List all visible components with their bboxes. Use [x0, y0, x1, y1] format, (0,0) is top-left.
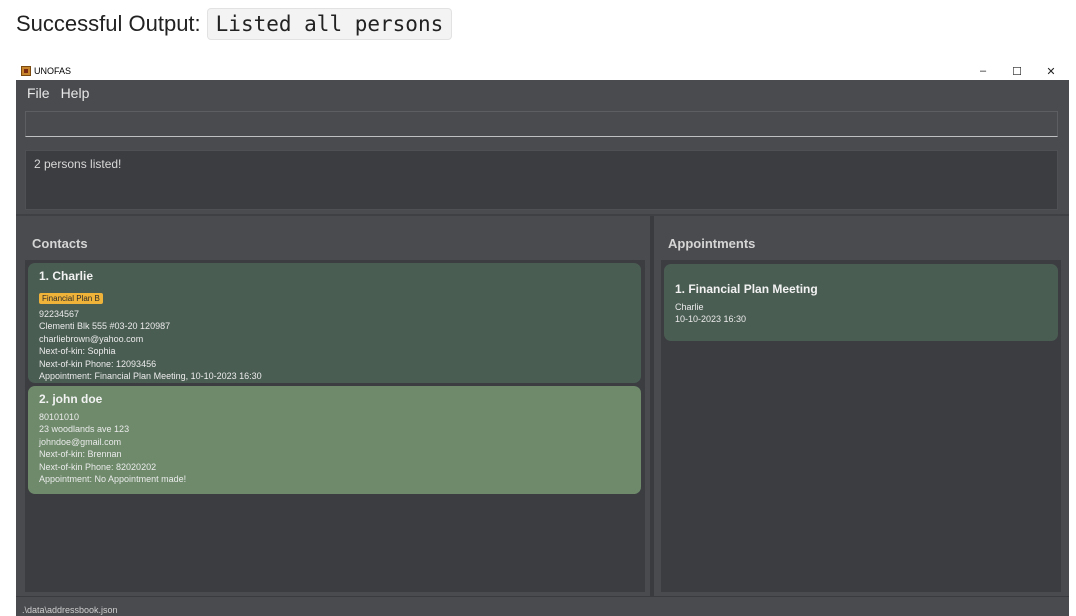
contact-next-of-kin-phone: Next-of-kin Phone: 82020202 — [39, 461, 157, 472]
contact-address: 23 woodlands ave 123 — [39, 424, 130, 435]
command-area — [16, 106, 1069, 144]
status-bar: .\data\addressbook.json — [16, 596, 1069, 616]
contacts-list[interactable]: 1. Charlie Financial Plan B 92234567 Cle… — [25, 260, 645, 592]
contact-email: charliebrown@yahoo.com — [39, 333, 144, 344]
contacts-pane: Contacts 1. Charlie Financial Plan B 922… — [16, 216, 650, 596]
appointment-name: 1. Financial Plan Meeting — [675, 282, 818, 296]
window-title: UNOFAS — [34, 66, 72, 76]
caption-command: Listed all persons — [206, 8, 453, 40]
minimize-button[interactable]: – — [967, 62, 999, 80]
contacts-title: Contacts — [32, 236, 88, 251]
contact-name: 1. Charlie — [39, 269, 94, 283]
caption-label: Successful Output: — [16, 11, 201, 36]
appointment-datetime: 10-10-2023 16:30 — [675, 314, 747, 325]
contact-card[interactable]: 2. john doe 80101010 23 woodlands ave 12… — [28, 386, 641, 494]
appointments-title: Appointments — [668, 236, 756, 251]
contact-next-of-kin-phone: Next-of-kin Phone: 12093456 — [39, 358, 157, 369]
contact-phone: 92234567 — [39, 309, 80, 319]
contact-appointment: Appointment: No Appointment made! — [39, 474, 187, 485]
menu-help[interactable]: Help — [61, 85, 90, 101]
output-caption: Successful Output: Listed all persons — [16, 8, 453, 40]
contact-address: Clementi Blk 555 #03-20 120987 — [39, 321, 171, 332]
contact-phone: 80101010 — [39, 412, 80, 422]
result-display: 2 persons listed! — [25, 150, 1058, 210]
result-area: 2 persons listed! — [16, 144, 1069, 214]
app-icon — [21, 66, 31, 76]
title-bar: UNOFAS – ☐ ✕ — [16, 62, 1069, 80]
command-input[interactable] — [25, 111, 1058, 137]
appointment-person: Charlie — [675, 302, 704, 312]
appointments-pane: Appointments 1. Financial Plan Meeting C… — [654, 216, 1069, 596]
contact-name: 2. john doe — [39, 392, 103, 406]
save-location: .\data\addressbook.json — [22, 605, 118, 615]
menu-file[interactable]: File — [27, 85, 50, 101]
contact-card[interactable]: 1. Charlie Financial Plan B 92234567 Cle… — [28, 263, 641, 383]
contact-next-of-kin: Next-of-kin: Brennan — [39, 449, 122, 460]
appointments-list[interactable]: 1. Financial Plan Meeting Charlie 10-10-… — [661, 260, 1061, 592]
main-panes: Contacts 1. Charlie Financial Plan B 922… — [16, 216, 1069, 596]
appointment-card[interactable]: 1. Financial Plan Meeting Charlie 10-10-… — [664, 264, 1058, 341]
app-window: UNOFAS – ☐ ✕ File Help 2 persons listed!… — [16, 62, 1069, 616]
contact-email: johndoe@gmail.com — [39, 436, 122, 447]
contact-next-of-kin: Next-of-kin: Sophia — [39, 346, 116, 357]
close-button[interactable]: ✕ — [1035, 62, 1067, 80]
contact-tag: Financial Plan B — [39, 293, 103, 304]
maximize-button[interactable]: ☐ — [1001, 62, 1033, 80]
contact-appointment: Appointment: Financial Plan Meeting, 10-… — [39, 371, 262, 382]
menu-bar: File Help — [16, 80, 1069, 106]
